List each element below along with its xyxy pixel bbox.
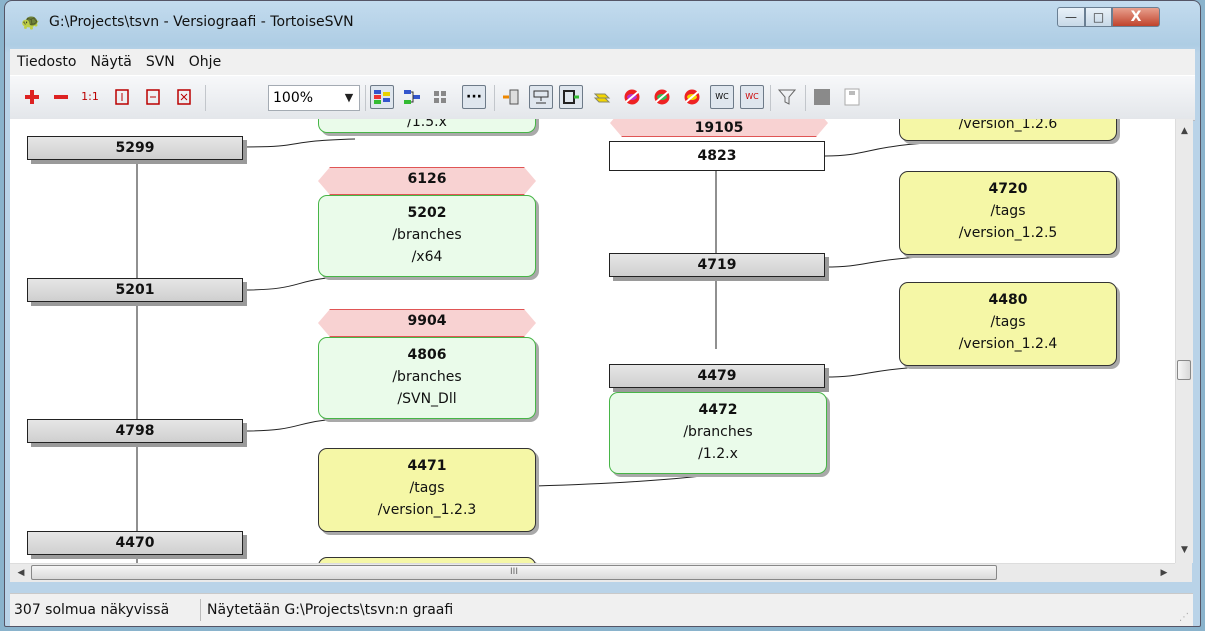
tag-node[interactable]: 4480 /tags /version_1.2.4 (899, 282, 1117, 366)
trunk-node[interactable]: 5201 (27, 278, 243, 302)
tag-rev: 4480 (988, 292, 1028, 308)
toolbar-separator (205, 85, 206, 111)
deleted-rev: 19105 (694, 120, 744, 136)
chevron-down-icon[interactable]: ▼ (341, 86, 357, 110)
branch-node[interactable]: 5202 /branches /x64 (318, 195, 536, 277)
close-button[interactable]: X (1112, 7, 1160, 27)
branch-path: /branches (392, 369, 462, 385)
title-bar[interactable]: 🐢 G:\Projects\tsvn - Versiograafi - Tort… (5, 1, 1200, 49)
branch-path: /1.5.x (407, 119, 447, 130)
resize-grip-icon[interactable]: ⋰ (1179, 612, 1189, 623)
fit-window-icon[interactable] (172, 85, 196, 109)
tag-path: /tags (990, 314, 1026, 330)
branch-path: /SVN_Dll (397, 391, 457, 407)
tag-node[interactable]: 4720 /tags /version_1.2.5 (899, 171, 1117, 255)
fit-width-icon[interactable] (141, 85, 165, 109)
tag-path: /tags (990, 203, 1026, 219)
horizontal-scroll-thumb[interactable]: III (31, 565, 997, 580)
menu-bar: Tiedosto Näytä SVN Ohje (10, 49, 1195, 75)
exact-copy-sources-icon[interactable] (499, 85, 523, 109)
tag-path: /version_1.2.3 (377, 502, 477, 518)
revision-node[interactable]: 4719 (609, 253, 825, 277)
reduce-cross-lines-icon[interactable]: ··· (462, 85, 486, 109)
show-tags-icon[interactable] (590, 85, 614, 109)
vertical-scrollbar[interactable]: ▲ ▼ (1175, 119, 1193, 563)
vertical-scroll-thumb[interactable] (1177, 360, 1191, 380)
tag-node-partial[interactable]: /version_1.2.6 (899, 119, 1117, 141)
toolbar-separator (494, 85, 495, 111)
branch-node-partial[interactable]: /1.5.x (318, 119, 536, 133)
menu-help[interactable]: Ohje (182, 54, 228, 70)
scroll-left-icon[interactable]: ◀ (12, 564, 30, 582)
remove-unchanged-icon[interactable] (650, 85, 674, 109)
status-node-count: 307 solmua näkyvissä (14, 602, 170, 618)
revision-graph-canvas[interactable]: /1.5.x 19105 /version_1.2.6 5299 4823 61… (10, 119, 1175, 563)
trunk-node[interactable]: 5299 (27, 136, 243, 160)
toolbar-separator (770, 85, 771, 111)
zoom-in-icon[interactable] (20, 85, 44, 109)
tag-rev: 4471 (407, 458, 447, 474)
toolbar: 1:1 100% ▼ ··· WC WC (10, 75, 1195, 121)
menu-file[interactable]: Tiedosto (10, 54, 83, 70)
branch-rev: 5202 (407, 205, 447, 221)
branch-node[interactable]: 4806 /branches /SVN_Dll (318, 337, 536, 419)
remove-unrelated-icon[interactable] (680, 85, 704, 109)
branch-rev: 4806 (407, 347, 447, 363)
menu-svn[interactable]: SVN (139, 54, 182, 70)
status-message: Näytetään G:\Projects\tsvn:n graafi (207, 602, 454, 618)
zoom-reset-button[interactable]: 1:1 (78, 85, 102, 109)
tag-path: /tags (409, 480, 445, 496)
show-trunk-icon[interactable] (559, 85, 583, 109)
tag-rev: 4720 (988, 181, 1028, 197)
trunk-node[interactable]: 4470 (27, 531, 243, 555)
branch-path: /1.2.x (698, 446, 738, 462)
menu-view[interactable]: Näytä (83, 54, 138, 70)
zoom-out-icon[interactable] (49, 85, 73, 109)
scroll-down-icon[interactable]: ▼ (1176, 542, 1193, 559)
toolbar-separator (805, 85, 806, 111)
scrollbar-corner (1175, 563, 1192, 582)
remove-deleted-icon[interactable] (620, 85, 644, 109)
scroll-up-icon[interactable]: ▲ (1176, 123, 1193, 140)
maximize-button[interactable]: □ (1085, 7, 1112, 27)
scroll-right-icon[interactable]: ▶ (1155, 564, 1173, 582)
tag-path: /version_1.2.4 (958, 336, 1058, 352)
status-divider (200, 599, 201, 621)
tag-node[interactable]: 4471 /tags /version_1.2.3 (318, 448, 536, 532)
branch-path: /x64 (411, 249, 443, 265)
overview-icon[interactable] (840, 85, 864, 109)
tortoise-icon: 🐢 (21, 13, 40, 31)
horizontal-scrollbar[interactable]: ◀ III ▶ (10, 563, 1175, 582)
toolbar-separator (365, 85, 366, 111)
align-trees-icon[interactable] (430, 85, 454, 109)
branch-rev: 4472 (698, 402, 738, 418)
revision-node[interactable]: 4823 (609, 141, 825, 171)
zoom-combo[interactable]: 100% ▼ (268, 85, 360, 111)
show-wc-revision-icon[interactable]: WC (710, 85, 734, 109)
show-wc-modification-icon[interactable]: WC (740, 85, 764, 109)
tag-path: /version_1.2.6 (958, 119, 1058, 132)
revision-node[interactable]: 4479 (609, 364, 825, 388)
minimize-button[interactable]: — (1057, 7, 1085, 27)
deleted-node[interactable]: 9904 (318, 309, 536, 337)
main-window: 🐢 G:\Projects\tsvn - Versiograafi - Tort… (4, 0, 1201, 627)
branch-path: /branches (392, 227, 462, 243)
branch-node[interactable]: 4472 /branches /1.2.x (609, 392, 827, 474)
zoom-value: 100% (273, 90, 314, 106)
deleted-node[interactable]: 6126 (318, 167, 536, 195)
group-branches-icon[interactable] (370, 85, 394, 109)
branch-path: /branches (683, 424, 753, 440)
tree-stripes-icon[interactable] (810, 85, 834, 109)
filter-icon[interactable] (775, 85, 799, 109)
window-title: G:\Projects\tsvn - Versiograafi - Tortoi… (49, 14, 354, 30)
trunk-node[interactable]: 4798 (27, 419, 243, 443)
status-bar: 307 solmua näkyvissä Näytetään G:\Projec… (10, 593, 1193, 626)
fold-tags-icon[interactable] (529, 85, 553, 109)
deleted-node[interactable]: 19105 (610, 119, 828, 137)
oldest-on-top-icon[interactable] (400, 85, 424, 109)
tag-path: /version_1.2.5 (958, 225, 1058, 241)
fit-height-icon[interactable] (110, 85, 134, 109)
